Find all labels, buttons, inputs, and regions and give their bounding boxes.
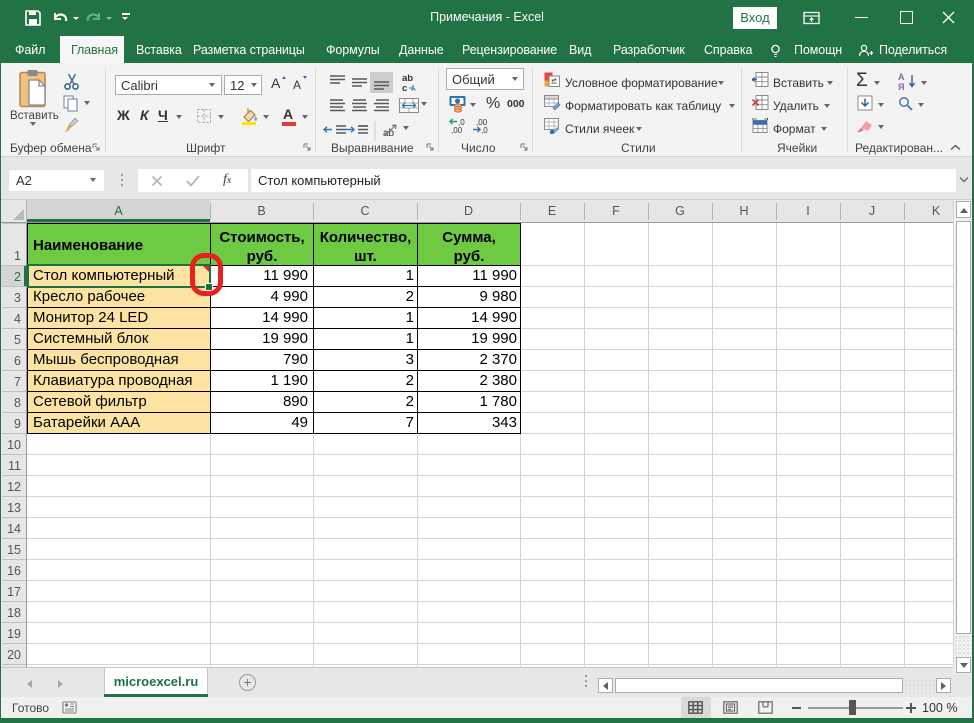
svg-text:,0: ,0 bbox=[481, 126, 488, 134]
svg-text:,00: ,00 bbox=[451, 126, 463, 134]
svg-text:c: c bbox=[402, 83, 407, 94]
svg-text:ab: ab bbox=[383, 128, 395, 139]
